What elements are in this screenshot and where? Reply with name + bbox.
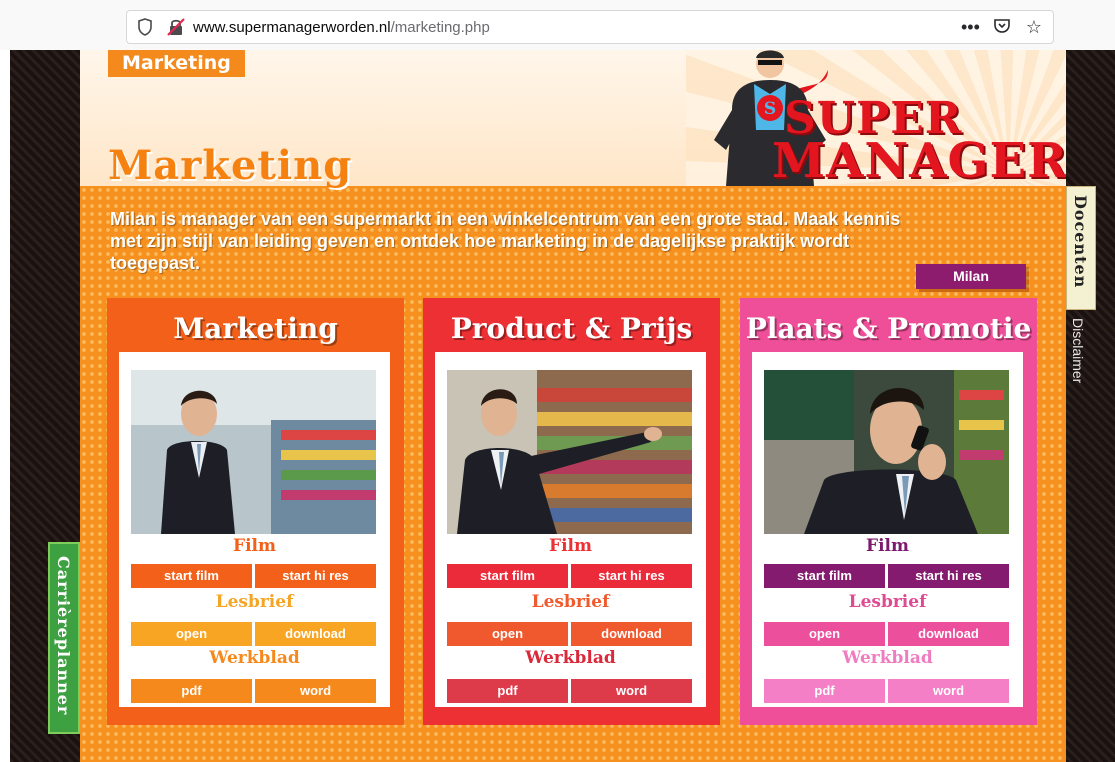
lesbrief-label: Lesbrief xyxy=(531,592,610,612)
lesbrief-download-button[interactable]: download xyxy=(255,622,376,646)
intro-text: Milan is manager van een supermarkt in e… xyxy=(110,209,901,273)
werkblad-label: Werkblad xyxy=(209,648,300,668)
pocket-icon[interactable] xyxy=(993,17,1011,40)
lesbrief-open-button[interactable]: open xyxy=(131,622,252,646)
url-text: www.supermanagerworden.nl/marketing.php xyxy=(193,19,490,36)
werkblad-word-button[interactable]: word xyxy=(571,679,692,703)
docenten-label: Docenten xyxy=(1071,195,1090,289)
lesbrief-download-button[interactable]: download xyxy=(571,622,692,646)
carriereplanner-label: Carrièreplanner xyxy=(54,556,73,716)
start-hi-res-button[interactable]: start hi res xyxy=(888,564,1009,588)
card-body: Film start film start hi res Lesbrief op… xyxy=(119,352,390,707)
lesbrief-open-button[interactable]: open xyxy=(447,622,568,646)
address-bar[interactable]: www.supermanagerworden.nl/marketing.php … xyxy=(126,10,1054,44)
lesbrief-label: Lesbrief xyxy=(215,592,294,612)
docenten-tab[interactable]: Docenten xyxy=(1066,186,1096,310)
card-title: Plaats & Promotie xyxy=(745,312,1032,345)
url-domain: www.supermanagerworden.nl xyxy=(193,19,391,36)
card-body: Film start film start hi res Lesbrief op… xyxy=(435,352,706,707)
film-label: Film xyxy=(866,536,909,556)
card-body: Film start film start hi res Lesbrief op… xyxy=(752,352,1023,707)
card-title: Marketing xyxy=(173,312,338,345)
svg-text:S: S xyxy=(764,99,776,119)
shield-icon[interactable] xyxy=(137,18,153,36)
card-plaats-promotie: Plaats & Promotie Film start film start … xyxy=(740,298,1037,725)
bookmark-star-icon[interactable]: ☆ xyxy=(1025,17,1043,40)
card-product-prijs: Product & Prijs Film start film start hi… xyxy=(423,298,720,725)
page-title: Marketing xyxy=(108,142,353,189)
main-orange-area: Milan is manager van een supermarkt in e… xyxy=(80,186,1066,762)
site-content: Marketing Marketing S SUPER MANAGER Mila… xyxy=(80,50,1066,762)
film-thumbnail[interactable] xyxy=(764,370,1009,534)
browser-toolbar: www.supermanagerworden.nl/marketing.php … xyxy=(0,0,1115,50)
section-tag: Marketing xyxy=(108,50,245,77)
lesbrief-label: Lesbrief xyxy=(848,592,927,612)
url-path: /marketing.php xyxy=(390,19,490,36)
start-hi-res-button[interactable]: start hi res xyxy=(255,564,376,588)
lesbrief-download-button[interactable]: download xyxy=(888,622,1009,646)
werkblad-label: Werkblad xyxy=(525,648,616,668)
film-thumbnail[interactable] xyxy=(131,370,376,534)
carriereplanner-tab[interactable]: Carrièreplanner xyxy=(48,542,80,734)
lesbrief-open-button[interactable]: open xyxy=(764,622,885,646)
start-film-button[interactable]: start film xyxy=(447,564,568,588)
film-thumbnail[interactable] xyxy=(447,370,692,534)
milan-button[interactable]: Milan xyxy=(916,264,1026,289)
insecure-lock-icon[interactable] xyxy=(167,18,185,36)
start-hi-res-button[interactable]: start hi res xyxy=(571,564,692,588)
start-film-button[interactable]: start film xyxy=(764,564,885,588)
card-marketing: Marketing Film start film start hi res L… xyxy=(107,298,404,725)
werkblad-pdf-button[interactable]: pdf xyxy=(764,679,885,703)
werkblad-pdf-button[interactable]: pdf xyxy=(131,679,252,703)
werkblad-label: Werkblad xyxy=(842,648,933,668)
logo-line-manager: MANAGER xyxy=(772,133,1066,189)
film-label: Film xyxy=(233,536,276,556)
werkblad-pdf-button[interactable]: pdf xyxy=(447,679,568,703)
supermanager-logo[interactable]: S SUPER MANAGER xyxy=(710,50,1066,186)
more-icon[interactable]: ••• xyxy=(961,17,980,40)
film-label: Film xyxy=(549,536,592,556)
werkblad-word-button[interactable]: word xyxy=(255,679,376,703)
card-title: Product & Prijs xyxy=(450,312,693,345)
werkblad-word-button[interactable]: word xyxy=(888,679,1009,703)
start-film-button[interactable]: start film xyxy=(131,564,252,588)
disclaimer-link[interactable]: Disclaimer xyxy=(1070,318,1086,383)
